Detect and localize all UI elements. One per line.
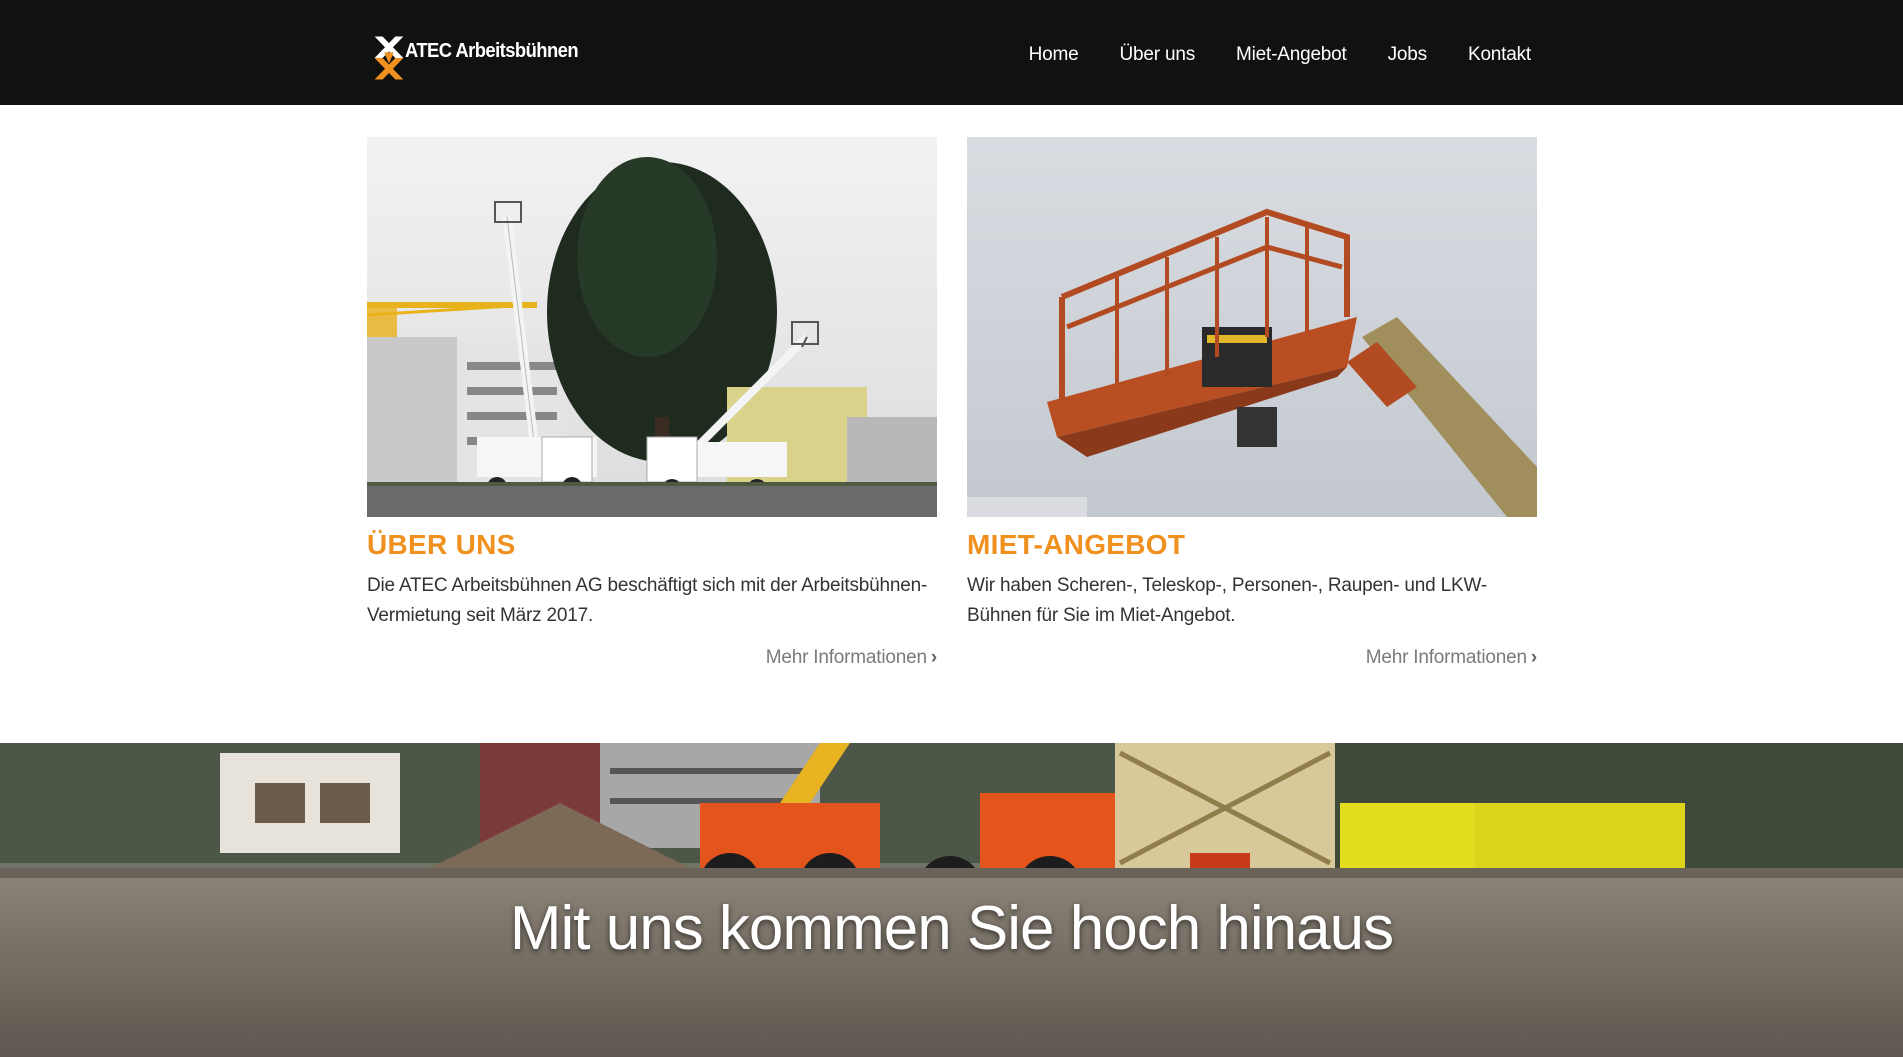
ueber-uns-photo	[367, 137, 937, 517]
nav-item-kontakt[interactable]: Kontakt	[1468, 44, 1531, 66]
nav-item-jobs[interactable]: Jobs	[1388, 44, 1428, 66]
more-info-link-miet-angebot[interactable]: Mehr Informationen ›	[1365, 647, 1538, 668]
logo-x-icon	[374, 36, 404, 80]
card-more-ueber-uns: Mehr Informationen ›	[367, 647, 938, 669]
hero-headline: Mit uns kommen Sie hoch hinaus	[509, 894, 1394, 963]
card-text-ueber-uns: Die ATEC Arbeitsbühnen AG beschäftigt si…	[367, 575, 928, 626]
card-text-miet-angebot: Wir haben Scheren-, Teleskop-, Personen-…	[967, 575, 1487, 626]
more-info-label: Mehr Informationen	[765, 647, 927, 668]
logo-text: ATEC Arbeitsbühnen	[404, 39, 579, 62]
nav-item-home[interactable]: Home	[1029, 44, 1079, 66]
card-title-ueber-uns: ÜBER UNS	[367, 529, 516, 560]
nav-item-miet-angebot[interactable]: Miet-Angebot	[1236, 44, 1347, 66]
more-info-link-ueber-uns[interactable]: Mehr Informationen ›	[765, 647, 938, 668]
card-ueber-uns: ÜBER UNS Die ATEC Arbeitsbühnen AG besch…	[367, 137, 937, 669]
main-nav: Home Über uns Miet-Angebot Jobs Kontakt	[988, 44, 1532, 66]
card-image-link-miet-angebot[interactable]	[967, 137, 1537, 517]
nav-item-ueber-uns[interactable]: Über uns	[1120, 44, 1196, 66]
chevron-right-icon: ›	[1530, 647, 1537, 668]
card-image-link-ueber-uns[interactable]	[367, 137, 937, 517]
hero-banner: Mit uns kommen Sie hoch hinaus	[0, 743, 1903, 1057]
card-miet-angebot: MIET-ANGEBOT Wir haben Scheren-, Telesko…	[967, 137, 1537, 669]
card-more-miet-angebot: Mehr Informationen ›	[967, 647, 1538, 669]
card-title-miet-angebot: MIET-ANGEBOT	[967, 529, 1186, 560]
miet-angebot-photo	[967, 137, 1537, 517]
site-logo[interactable]: ATEC Arbeitsbühnen	[373, 30, 593, 86]
site-header: ATEC Arbeitsbühnen Home Über uns Miet-An…	[0, 0, 1903, 105]
more-info-label: Mehr Informationen	[1365, 647, 1527, 668]
chevron-right-icon: ›	[930, 647, 937, 668]
